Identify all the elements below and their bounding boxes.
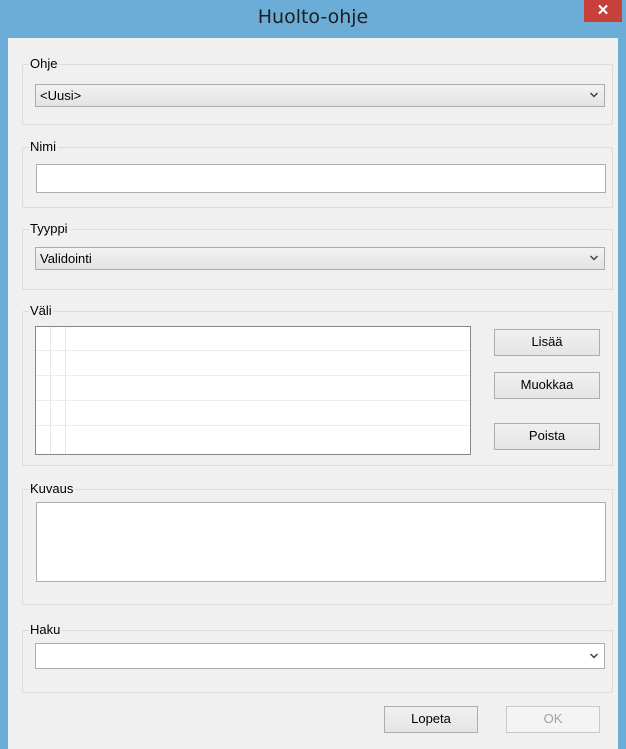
chevron-down-icon [590,92,598,98]
kuvaus-textarea[interactable] [36,502,606,582]
dialog-window: Huolto-ohje ✕ Ohje <Uusi> Nimi Tyyppi Va… [0,0,626,749]
haku-dropdown[interactable] [35,643,605,669]
ohje-selected-value: <Uusi> [40,88,82,103]
tyyppi-legend: Tyyppi [29,221,70,237]
chevron-down-icon [590,255,598,261]
list-grid-line [36,350,470,351]
ohje-legend: Ohje [29,56,60,72]
kuvaus-legend: Kuvaus [29,481,76,497]
nimi-group: Nimi [22,139,613,208]
nimi-input[interactable] [36,164,606,193]
add-button[interactable]: Lisää [494,329,600,356]
dialog-body: Ohje <Uusi> Nimi Tyyppi Validointi Väli [8,38,618,749]
title-bar[interactable]: Huolto-ohje ✕ [0,0,626,38]
list-grid-line [36,375,470,376]
ohje-dropdown[interactable]: <Uusi> [35,84,605,107]
ohje-group: Ohje <Uusi> [22,56,613,125]
vali-legend: Väli [29,303,54,319]
tyyppi-group: Tyyppi Validointi [22,221,613,290]
ok-button[interactable]: OK [506,706,600,733]
tyyppi-selected-value: Validointi [40,251,92,266]
tyyppi-dropdown[interactable]: Validointi [35,247,605,270]
list-grid-line [65,327,66,454]
delete-button[interactable]: Poista [494,423,600,450]
vali-group: Väli Lisää Muokkaa Poista [22,303,613,466]
close-dialog-button[interactable]: Lopeta [384,706,478,733]
kuvaus-group: Kuvaus [22,481,613,605]
list-grid-line [50,327,51,454]
nimi-legend: Nimi [29,139,58,155]
close-button[interactable]: ✕ [584,0,622,22]
haku-legend: Haku [29,622,63,638]
list-grid-line [36,425,470,426]
window-title: Huolto-ohje [257,6,369,28]
edit-button[interactable]: Muokkaa [494,372,600,399]
interval-list[interactable] [35,326,471,455]
list-grid-line [36,400,470,401]
chevron-down-icon [590,653,598,659]
haku-group: Haku [22,622,613,693]
close-icon: ✕ [596,2,610,19]
